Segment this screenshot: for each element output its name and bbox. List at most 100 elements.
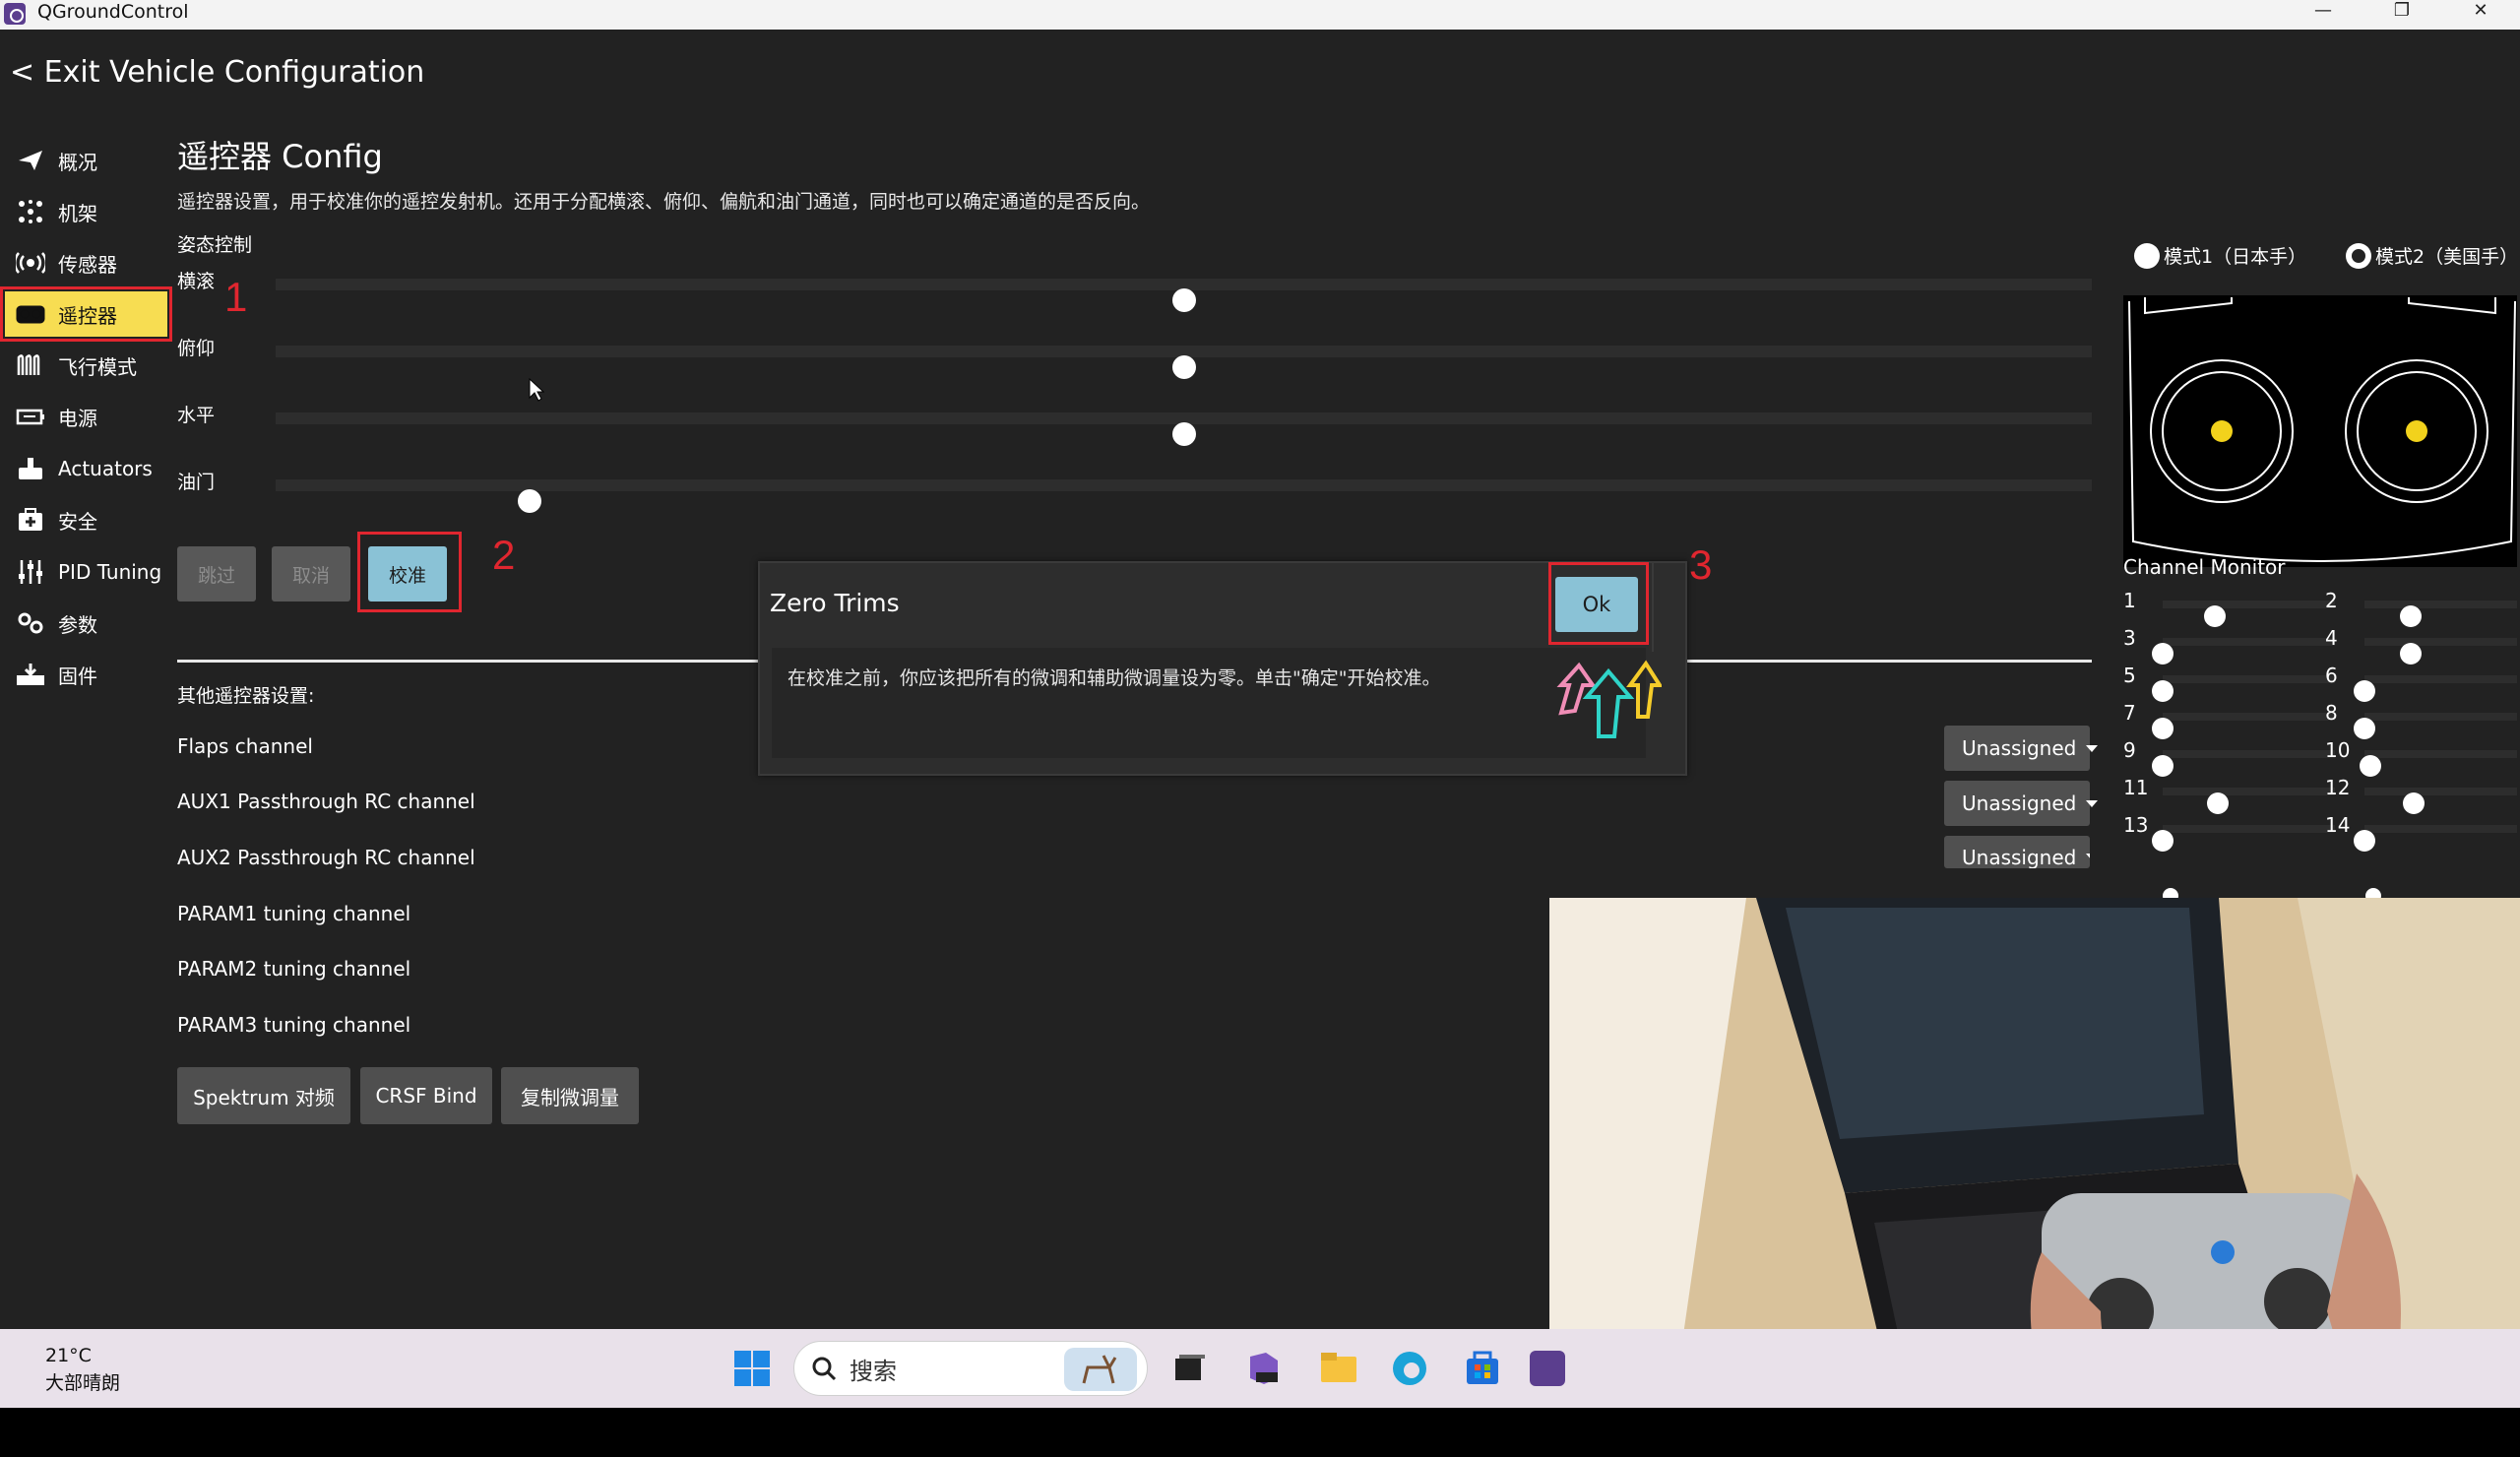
channel-row: 1 [2123,589,2335,627]
channel-knob [2354,718,2375,739]
channel-row: 7 [2123,701,2335,739]
windows-taskbar: 21°C 大部晴朗 搜索 [0,1329,2520,1408]
channel-track [2354,825,2517,852]
pid-sliders-icon [15,559,46,585]
app-window: < Exit Vehicle Configuration 概况 机架 传感器 遥… [0,30,2520,1444]
sidebar-item-radio[interactable]: 遥控器 [0,286,172,342]
channel-row: 9 [2123,738,2335,777]
sidebar-item-firmware[interactable]: 固件 [5,652,167,697]
taskbar-search[interactable]: 搜索 [793,1341,1148,1396]
sidebar-item-label: Actuators [58,457,153,480]
left-stick-position [2211,420,2233,442]
channel-number: 14 [2325,813,2351,837]
qgroundcontrol-app-icon [4,3,26,25]
channel-track [2364,638,2517,665]
channel-number: 3 [2123,626,2136,650]
sidebar-item-power[interactable]: 电源 [5,394,167,439]
flaps-channel-dropdown[interactable]: Unassigned [1944,726,2099,771]
mode1-radio[interactable]: 模式1（日本手） [2134,242,2306,269]
cancel-button[interactable]: 取消 [272,546,350,602]
sidebar-item-actuators[interactable]: Actuators [5,446,167,491]
edge-browser-icon[interactable] [1390,1349,1429,1388]
close-icon[interactable]: ✕ [2451,0,2510,22]
param3-channel-label: PARAM3 tuning channel [177,1013,411,1037]
other-settings-label: 其他遥控器设置: [177,685,315,707]
channel-track [2152,750,2335,777]
file-explorer-icon[interactable] [1319,1349,1358,1388]
sidebar-item-flight-modes[interactable]: 飞行模式 [5,343,167,388]
channel-knob [2152,755,2174,777]
roll-slider-knob[interactable] [1171,288,1196,312]
roll-label: 横滚 [177,271,216,292]
paper-plane-icon [15,148,46,173]
channel-number: 10 [2325,738,2351,762]
sidebar-item-pid-tuning[interactable]: PID Tuning [5,549,167,595]
channel-number: 13 [2123,813,2149,837]
throttle-slider-knob[interactable] [518,489,542,513]
flight-modes-icon [15,352,46,378]
sidebar-item-parameters[interactable]: 参数 [5,601,167,646]
microsoft-365-icon[interactable] [1244,1349,1284,1388]
channel-track [2354,675,2517,702]
channel-number: 12 [2325,776,2351,799]
flaps-channel-label: Flaps channel [177,734,313,758]
mode2-radio[interactable]: 模式2（美国手） [2346,242,2518,269]
channel-knob [2399,605,2422,627]
yaw-label: 水平 [177,405,216,426]
skip-button[interactable]: 跳过 [177,546,256,602]
channel-knob [2152,643,2174,665]
radio-controller-icon [15,301,46,327]
sidebar-item-safety[interactable]: 安全 [5,497,167,542]
channel-number: 2 [2325,589,2338,612]
attitude-control-label: 姿态控制 [177,234,253,256]
task-view-icon[interactable] [1169,1349,1209,1388]
actuators-icon [15,456,46,481]
aux2-channel-dropdown[interactable]: Unassigned [1944,836,2090,868]
sidebar-item-summary[interactable]: 概况 [5,138,167,183]
yaw-slider-knob[interactable] [1171,422,1196,446]
sensors-icon [15,250,46,276]
sidebar-item-label: 飞行模式 [58,354,137,379]
channel-row: 14 [2325,813,2520,852]
sidebar-item-sensors[interactable]: 传感器 [5,240,167,285]
microsoft-store-icon[interactable] [1463,1349,1502,1388]
weather-description[interactable]: 大部晴朗 [45,1368,120,1395]
windows-start-icon[interactable] [732,1349,772,1388]
sidebar-item-label: 遥控器 [58,303,117,328]
pitch-slider-track[interactable] [276,346,2092,379]
sidebar-item-label: PID Tuning [58,560,162,584]
channel-row: 10 [2325,738,2520,777]
channel-knob [2207,792,2229,814]
aux1-channel-dropdown[interactable]: Unassigned [1944,781,2099,826]
channel-number: 4 [2325,626,2338,650]
copy-trims-button[interactable]: 复制微调量 [501,1067,639,1124]
channel-number: 11 [2123,776,2149,799]
minimize-icon[interactable]: — [2294,0,2353,22]
sidebar-item-airframe[interactable]: 机架 [5,189,167,234]
qgroundcontrol-taskbar-icon[interactable] [1528,1349,1567,1388]
throttle-slider-track[interactable] [276,479,2092,513]
annotation-number-3: 3 [1689,541,1713,588]
channel-knob [2402,792,2425,814]
radio-indicator [2134,242,2160,269]
weather-temperature[interactable]: 21°C [45,1345,92,1366]
channel-number: 5 [2123,664,2136,687]
channel-knob [2354,830,2375,852]
sidebar-item-label: 机架 [58,201,97,225]
dialog-title: Zero Trims [770,589,900,617]
pitch-slider-knob[interactable] [1171,355,1196,379]
chevron-down-icon [2086,744,2099,752]
yaw-slider-track[interactable] [276,412,2092,446]
channel-knob-partial [2365,888,2381,898]
highlight-box-calibrate [357,532,462,612]
crsf-bind-button[interactable]: CRSF Bind [360,1067,492,1124]
screen-bottom-bar [0,1408,2520,1457]
channel-row: 11 [2123,776,2335,814]
battery-icon [15,404,46,429]
spektrum-bind-button[interactable]: Spektrum 对频 [177,1067,350,1124]
exit-vehicle-configuration-link[interactable]: < Exit Vehicle Configuration [10,55,424,90]
dialog-scrollbar[interactable] [1652,563,1685,652]
roll-slider-track[interactable] [276,279,2092,312]
restore-icon[interactable]: ❐ [2372,0,2431,22]
aux2-channel-label: AUX2 Passthrough RC channel [177,846,475,869]
